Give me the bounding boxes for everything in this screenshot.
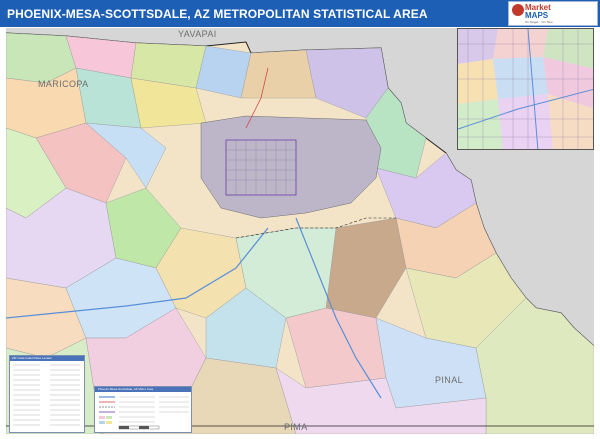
region-label-pinal: PINAL bbox=[435, 375, 464, 385]
zip-index-lines bbox=[13, 364, 80, 426]
logo-line-2: MAPS bbox=[525, 11, 549, 20]
inset-map bbox=[457, 28, 594, 150]
region-label-maricopa: MARICOPA bbox=[38, 79, 89, 89]
zip-index-title: ZIP Code Index/Cities Locator bbox=[12, 356, 52, 360]
map-page: PHOENIX-MESA-SCOTTSDALE, AZ METROPOLITAN… bbox=[0, 0, 600, 439]
map-title: PHOENIX-MESA-SCOTTSDALE, AZ METROPOLITAN… bbox=[7, 7, 428, 21]
legend-title: Phoenix-Mesa-Scottsdale, AZ Metro Area bbox=[98, 387, 154, 391]
logo-tagline: On Target... On Time bbox=[525, 20, 553, 24]
publisher-logo: Market MAPS On Target... On Time bbox=[508, 1, 598, 26]
inset-map-graphic bbox=[458, 29, 593, 149]
legend-symbols bbox=[99, 396, 189, 430]
zip-index-panel: ZIP Code Index/Cities Locator bbox=[9, 355, 85, 433]
zip-area bbox=[240, 49, 317, 99]
map-legend: Phoenix-Mesa-Scottsdale, AZ Metro Area bbox=[94, 386, 192, 433]
region-label-pima: PIMA bbox=[284, 422, 308, 432]
region-label-yavapai: YAVAPAI bbox=[178, 29, 217, 39]
logo-target-icon bbox=[512, 4, 524, 16]
